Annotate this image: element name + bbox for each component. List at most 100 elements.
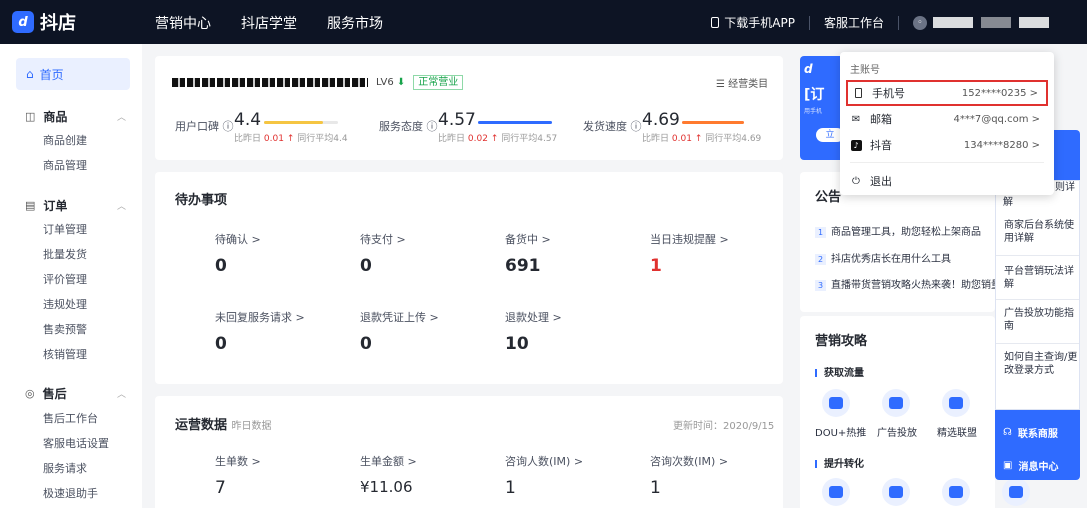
- tag-icon[interactable]: [942, 478, 970, 506]
- todo-card: [155, 172, 783, 384]
- help-article[interactable]: 广告投放功能指南: [1004, 307, 1078, 333]
- download-app-label: 下载手机APP: [724, 16, 795, 30]
- avatar[interactable]: ◦: [913, 15, 927, 30]
- promo-banner[interactable]: d [订 用手机 立: [800, 56, 844, 160]
- sidebar-group-aftersale[interactable]: ◎ 售后 ︿: [25, 385, 126, 402]
- todo-value-unreplied[interactable]: 0: [215, 334, 227, 354]
- todo-value-stocking[interactable]: 691: [505, 256, 541, 276]
- alliance-icon[interactable]: [942, 389, 970, 417]
- todo-label-refund-proof[interactable]: 退款凭证上传 >: [360, 309, 439, 325]
- sidebar-item-product-create[interactable]: 商品创建: [43, 132, 87, 148]
- service-workbench-link[interactable]: 客服工作台: [824, 14, 884, 31]
- metric-value: 4.69: [642, 110, 680, 130]
- tool-label[interactable]: 精选联盟: [937, 424, 977, 439]
- divider: [898, 15, 899, 30]
- todo-value-refund[interactable]: 10: [505, 334, 529, 354]
- help-article[interactable]: 如何自主查询/更改登录方式: [1004, 351, 1078, 377]
- basket-icon[interactable]: [822, 478, 850, 506]
- user-name-redacted[interactable]: [933, 17, 1049, 28]
- account-row-phone[interactable]: 手机号 152****0235 >: [846, 80, 1048, 106]
- top-bar: d 抖店 营销中心 抖店学堂 服务市场 下载手机APP 客服工作台 ◦: [0, 0, 1087, 44]
- up-arrow-icon: ↑: [286, 134, 295, 144]
- todo-label-stocking[interactable]: 备货中 >: [505, 231, 551, 247]
- help-icon[interactable]: ⓘ: [631, 120, 642, 133]
- divider: [996, 299, 1079, 300]
- sidebar-group-product[interactable]: ◫ 商品 ︿: [25, 108, 126, 125]
- help-article-cut: 解: [1003, 197, 1013, 208]
- ad-icon[interactable]: [882, 389, 910, 417]
- nav-marketing-center[interactable]: 营销中心: [155, 13, 211, 33]
- help-icon: ⓪: [1003, 395, 1013, 406]
- metric-compare: 比昨日 0.01 ↑ 同行平均4.4: [234, 131, 348, 144]
- sidebar-item-product-manage[interactable]: 商品管理: [43, 157, 87, 173]
- chevron-up-icon: ︿: [116, 390, 126, 400]
- help-icon[interactable]: ⓘ: [223, 120, 234, 133]
- brand-mark: d: [12, 11, 34, 33]
- brand-name: 抖店: [40, 13, 76, 34]
- ops-value-amount: ¥11.06: [360, 478, 413, 496]
- account-row-douyin[interactable]: ♪ 抖音 134****8280 >: [846, 132, 1048, 158]
- headset-icon: ☊: [1003, 427, 1012, 438]
- sidebar-item-sales-warning[interactable]: 售卖预警: [43, 321, 87, 337]
- help-article[interactable]: 商家后台系统使用详解: [1004, 219, 1078, 245]
- tool-label[interactable]: DOU+热推: [815, 424, 866, 439]
- ops-subtitle: 昨日数据: [231, 421, 272, 432]
- brand-logo[interactable]: d 抖店: [12, 9, 76, 35]
- todo-label-refund[interactable]: 退款处理 >: [505, 309, 562, 325]
- metric-value: 4.57: [438, 110, 476, 130]
- message-center-button[interactable]: ▣ 消息中心: [1003, 458, 1058, 473]
- sidebar-item-phone-setting[interactable]: 客服电话设置: [43, 435, 109, 451]
- todo-value-confirm[interactable]: 0: [215, 256, 227, 276]
- announcement-item[interactable]: 3 直播带货营销攻略火热来袭！助您销量: [815, 276, 1000, 291]
- ops-label-im-count[interactable]: 咨询次数(IM) >: [650, 453, 728, 469]
- nav-service-market[interactable]: 服务市场: [327, 13, 383, 33]
- todo-value-refund-proof[interactable]: 0: [360, 334, 372, 354]
- tool-label[interactable]: 广告投放: [877, 424, 917, 439]
- shop-name-row: LV6 ⬇ 正常营业: [172, 75, 464, 90]
- redacted-block: [1019, 17, 1049, 28]
- ops-label-orders[interactable]: 生单数 >: [215, 453, 261, 469]
- help-icon[interactable]: ⓘ: [427, 120, 438, 133]
- sidebar-item-verification[interactable]: 核销管理: [43, 346, 87, 362]
- todo-value-violation[interactable]: 1: [650, 256, 662, 276]
- help-button-label: 帮助中心: [1019, 395, 1059, 406]
- todo-label-pay[interactable]: 待支付 >: [360, 231, 406, 247]
- chart-icon[interactable]: [1002, 478, 1030, 506]
- todo-label-confirm[interactable]: 待确认 >: [215, 231, 261, 247]
- help-article[interactable]: 平台营销玩法详解: [1004, 265, 1078, 291]
- card-icon[interactable]: [882, 478, 910, 506]
- nav-academy[interactable]: 抖店学堂: [241, 13, 297, 33]
- sidebar-item-fast-refund[interactable]: 极速退助手: [43, 485, 98, 501]
- account-row-email[interactable]: ✉ 邮箱 4***7@qq.com >: [846, 106, 1048, 132]
- sidebar: ⌂ 首页 ◫ 商品 ︿ 商品创建 商品管理 ▤ 订单 ︿ 订单管理 批量发货 评…: [0, 44, 142, 508]
- help-center-button[interactable]: ⓪ 帮助中心: [1003, 391, 1059, 406]
- metric-bar-fill: [682, 121, 744, 124]
- dropdown-header: 主账号: [850, 65, 880, 76]
- sidebar-item-order-manage[interactable]: 订单管理: [43, 221, 87, 237]
- logout-button[interactable]: ⏻ 退出: [846, 168, 1048, 194]
- sidebar-item-home[interactable]: ⌂ 首页: [16, 58, 130, 90]
- sidebar-item-review-manage[interactable]: 评价管理: [43, 271, 87, 287]
- announcement-text: 直播带货营销攻略火热来袭！助您销量: [831, 280, 1000, 291]
- announcement-item[interactable]: 1 商品管理工具，助您轻松上架商品: [815, 223, 1000, 238]
- todo-value-pay[interactable]: 0: [360, 256, 372, 276]
- todo-label-violation[interactable]: 当日违规提醒 >: [650, 231, 729, 247]
- sidebar-item-service-request[interactable]: 服务请求: [43, 460, 87, 476]
- brand-mark: d: [804, 62, 813, 76]
- dou-plus-icon[interactable]: [822, 389, 850, 417]
- help-button-label: 联系商服: [1017, 429, 1058, 440]
- announcement-item[interactable]: 2 抖店优秀店长在用什么工具: [815, 250, 1000, 265]
- sidebar-group-order[interactable]: ▤ 订单 ︿: [25, 197, 126, 214]
- ops-label-im-users[interactable]: 咨询人数(IM) >: [505, 453, 583, 469]
- download-app-link[interactable]: 下载手机APP: [711, 14, 795, 31]
- contact-button[interactable]: ☊ 联系商服: [1003, 425, 1058, 440]
- redacted-block: [933, 17, 973, 28]
- cmp-prefix: 比昨日: [642, 134, 670, 144]
- todo-label-unreplied[interactable]: 未回复服务请求 >: [215, 309, 305, 325]
- ops-label-amount[interactable]: 生单金额 >: [360, 453, 417, 469]
- sidebar-item-aftersale-workbench[interactable]: 售后工作台: [43, 410, 98, 426]
- sidebar-item-violation[interactable]: 违规处理: [43, 296, 87, 312]
- marketing-group-traffic: 获取流量: [815, 364, 864, 379]
- category-link[interactable]: ☰ 经营类目: [716, 75, 768, 90]
- sidebar-item-batch-ship[interactable]: 批量发货: [43, 246, 87, 262]
